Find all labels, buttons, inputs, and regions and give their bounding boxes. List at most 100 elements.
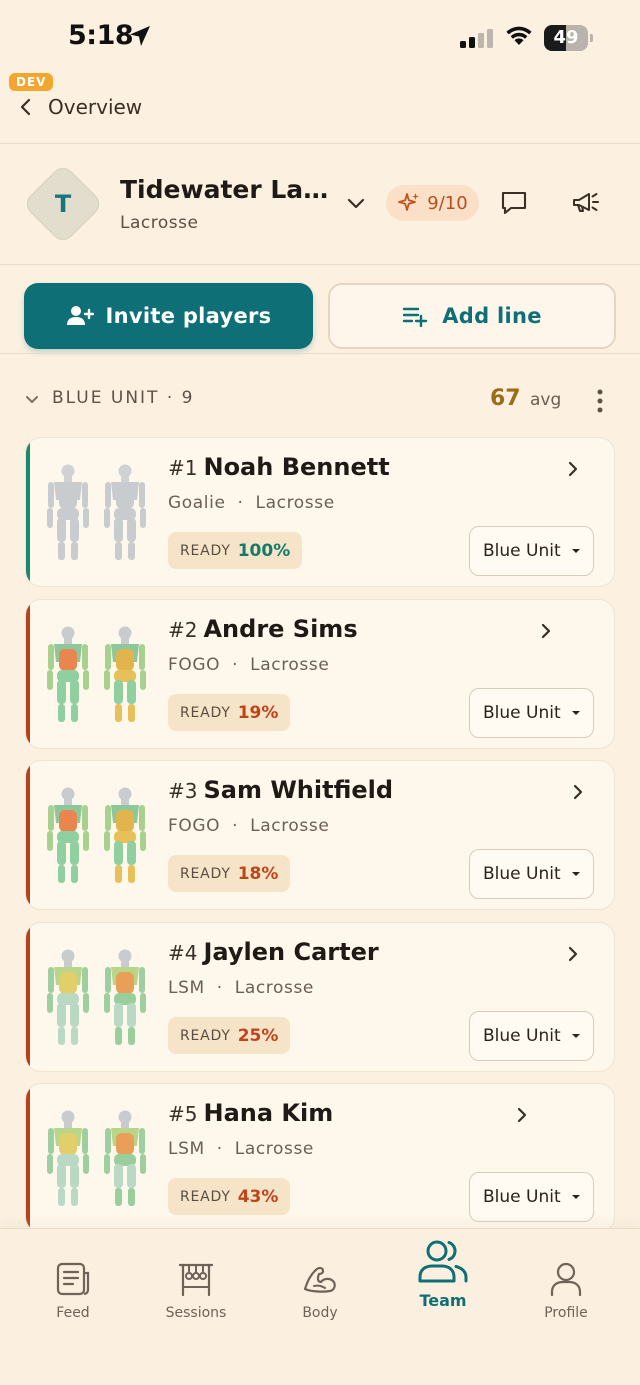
chevron-down-icon[interactable]	[24, 392, 40, 408]
nav-label: Team	[419, 1291, 467, 1310]
invite-players-button[interactable]: Invite players	[24, 283, 313, 349]
player-meta: FOGO · Lacrosse	[168, 655, 329, 675]
body-heatmap-icon	[47, 464, 146, 560]
nav-body[interactable]: Body	[256, 1229, 384, 1339]
chevron-right-icon[interactable]	[566, 460, 580, 478]
player-number: #3	[168, 779, 198, 803]
readiness-accent-bar	[26, 761, 30, 909]
chevron-right-icon[interactable]	[515, 1106, 529, 1124]
player-card[interactable]: #1 Noah Bennett Goalie · Lacrosse READY …	[25, 437, 615, 587]
player-position: FOGO	[168, 655, 221, 675]
player-card[interactable]: #2 Andre Sims FOGO · Lacrosse READY 19% …	[25, 599, 615, 749]
back-label: Overview	[48, 95, 143, 119]
player-sport: Lacrosse	[255, 493, 335, 513]
nav-profile[interactable]: Profile	[502, 1229, 630, 1339]
body-heatmap-icon	[47, 949, 146, 1045]
readiness-badge: READY 19%	[168, 694, 291, 731]
team-score-badge[interactable]: 9/10	[386, 185, 479, 221]
chat-icon[interactable]	[500, 189, 528, 217]
player-sport: Lacrosse	[234, 1139, 314, 1159]
actions-divider	[0, 353, 640, 354]
meta-separator: ·	[225, 493, 256, 513]
readiness-label: READY	[180, 542, 231, 559]
player-sport: Lacrosse	[250, 655, 330, 675]
caret-down-icon	[571, 1195, 580, 1199]
wifi-icon	[506, 26, 532, 45]
feed-icon	[56, 1262, 90, 1296]
readiness-label: READY	[180, 1027, 231, 1044]
player-name-row: #5 Hana Kim	[168, 1099, 333, 1127]
team-name[interactable]: Tidewater Lacr...	[120, 175, 335, 204]
cellular-signal-icon	[460, 29, 493, 48]
megaphone-icon[interactable]	[570, 189, 602, 217]
chevron-down-icon[interactable]	[345, 193, 367, 213]
team-sport: Lacrosse	[120, 213, 199, 233]
nav-label: Body	[302, 1305, 338, 1321]
playlist-add-icon	[402, 307, 428, 327]
player-position: LSM	[168, 1139, 205, 1159]
player-name: Jaylen Carter	[203, 938, 379, 966]
nav-label: Feed	[56, 1305, 90, 1321]
readiness-accent-bar	[26, 600, 30, 748]
unit-select[interactable]: Blue Unit	[469, 688, 594, 738]
caret-down-icon	[571, 1034, 580, 1038]
caret-down-icon	[571, 711, 580, 715]
readiness-label: READY	[180, 1188, 231, 1205]
caret-down-icon	[571, 549, 580, 553]
profile-icon	[550, 1262, 582, 1297]
nav-team[interactable]: Team	[379, 1229, 507, 1339]
meta-separator: ·	[220, 655, 251, 675]
player-card[interactable]: #4 Jaylen Carter LSM · Lacrosse READY 25…	[25, 922, 615, 1072]
body-heatmap-icon	[47, 787, 146, 883]
player-name: Andre Sims	[203, 615, 358, 643]
team-avatar-letter: T	[54, 190, 72, 218]
add-line-label: Add line	[442, 304, 542, 328]
team-divider	[0, 264, 640, 265]
player-name-row: #3 Sam Whitfield	[168, 776, 393, 804]
readiness-badge: READY 18%	[168, 855, 291, 892]
player-name-row: #1 Noah Bennett	[168, 453, 390, 481]
caret-down-icon	[571, 872, 580, 876]
player-card[interactable]: #3 Sam Whitfield FOGO · Lacrosse READY 1…	[25, 760, 615, 910]
player-position: Goalie	[168, 493, 226, 513]
body-heatmap-icon	[47, 1110, 146, 1206]
unit-header[interactable]: BLUE UNIT · 9 67 avg	[24, 384, 616, 416]
sessions-icon	[178, 1263, 214, 1297]
chevron-right-icon[interactable]	[571, 783, 585, 801]
chevron-right-icon[interactable]	[539, 622, 553, 640]
readiness-accent-bar	[26, 1084, 30, 1232]
unit-select[interactable]: Blue Unit	[469, 849, 594, 899]
unit-average-label: avg	[530, 390, 562, 410]
player-meta: LSM · Lacrosse	[168, 978, 314, 998]
more-vertical-icon[interactable]	[594, 388, 606, 414]
unit-select[interactable]: Blue Unit	[469, 1011, 594, 1061]
player-card[interactable]: #5 Hana Kim LSM · Lacrosse READY 43% Blu…	[25, 1083, 615, 1233]
unit-select-value: Blue Unit	[483, 1026, 561, 1046]
unit-select[interactable]: Blue Unit	[469, 526, 594, 576]
player-number: #5	[168, 1102, 198, 1126]
player-position: FOGO	[168, 816, 221, 836]
readiness-accent-bar	[26, 923, 30, 1071]
header-divider	[0, 143, 640, 144]
nav-feed[interactable]: Feed	[9, 1229, 137, 1339]
nav-sessions[interactable]: Sessions	[132, 1229, 260, 1339]
chevron-right-icon[interactable]	[566, 945, 580, 963]
body-icon	[303, 1266, 336, 1293]
invite-players-label: Invite players	[105, 304, 272, 328]
readiness-label: READY	[180, 704, 231, 721]
player-number: #4	[168, 941, 198, 965]
player-name: Noah Bennett	[203, 453, 390, 481]
readiness-value: 18%	[237, 863, 279, 884]
back-to-overview-link[interactable]: Overview	[18, 92, 142, 122]
player-meta: Goalie · Lacrosse	[168, 493, 335, 513]
readiness-value: 19%	[237, 702, 279, 723]
player-name-row: #2 Andre Sims	[168, 615, 358, 643]
player-sport: Lacrosse	[250, 816, 330, 836]
unit-select[interactable]: Blue Unit	[469, 1172, 594, 1222]
player-meta: LSM · Lacrosse	[168, 1139, 314, 1159]
readiness-label: READY	[180, 865, 231, 882]
battery-icon: 49	[544, 25, 593, 51]
battery-percent: 49	[553, 27, 579, 48]
add-line-button[interactable]: Add line	[328, 283, 616, 349]
player-position: LSM	[168, 978, 205, 998]
